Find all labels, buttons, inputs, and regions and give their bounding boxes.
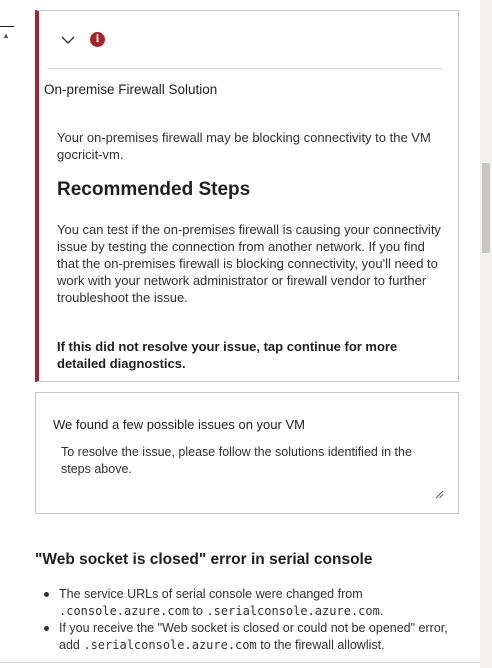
not-resolved-message: If this did not resolve your issue, tap … [57,339,398,371]
card-divider [47,68,443,69]
list-item: The service URLs of serial console were … [35,586,455,620]
bullet-dot [44,626,49,631]
recommended-steps-heading: Recommended Steps [57,179,251,200]
resize-handle-icon[interactable] [434,489,444,499]
bullet-text: to the firewall allowlist. [260,638,385,652]
code-old-url: .console.azure.com [59,604,190,618]
bullet-text: to [192,604,203,618]
firewall-solution-card: i On-premise Firewall Solution Your on-p… [35,10,459,382]
bullet-text: . [379,604,384,618]
chevron-down-icon[interactable] [61,33,75,47]
error-info-icon: i [90,32,105,47]
code-allowlist-url: .serialconsole.azure.com [83,638,257,652]
possible-issues-text: To resolve the issue, please follow the … [61,445,412,476]
collapse-arrow-icon[interactable]: ▲ [2,32,10,40]
scrollbar-thumb[interactable] [482,163,490,253]
bullet-dot [44,592,49,597]
code-new-url: .serialconsole.azure.com [206,604,380,618]
solution-title: On-premise Firewall Solution [44,82,218,97]
top-divider [0,26,14,27]
vertical-scrollbar[interactable] [480,0,492,668]
recommended-steps-body: You can test if the on-premises firewall… [57,222,441,305]
websocket-bullet-list: The service URLs of serial console were … [35,586,455,654]
list-item: If you receive the "Web socket is closed… [35,620,455,654]
solution-description: Your on-premises firewall may be blockin… [57,130,431,162]
possible-issues-title: We found a few possible issues on your V… [53,417,305,432]
websocket-error-heading: "Web socket is closed" error in serial c… [35,551,373,568]
bottom-divider [0,662,480,663]
possible-issues-card: We found a few possible issues on your V… [35,392,459,514]
bullet-text: The service URLs of serial console were … [59,587,363,601]
